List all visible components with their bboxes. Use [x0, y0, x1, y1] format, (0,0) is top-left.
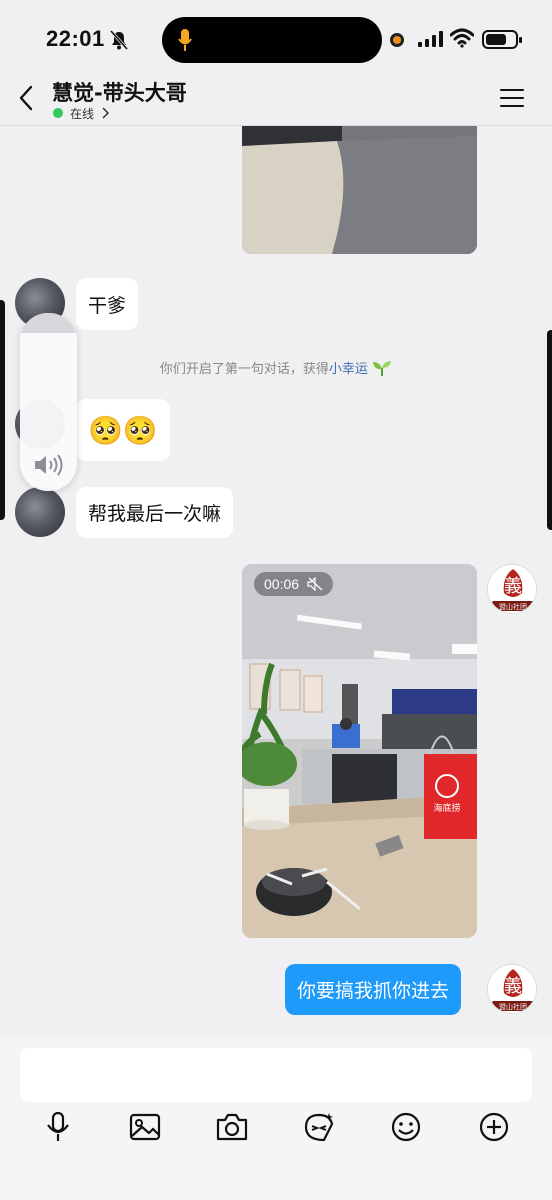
dynamic-island	[162, 17, 382, 63]
volume-hud[interactable]	[20, 313, 77, 491]
back-arrow-icon[interactable]	[14, 84, 38, 112]
status-time: 22:01	[46, 26, 105, 51]
speaker-icon	[35, 454, 63, 476]
svg-text:盟山社团: 盟山社团	[499, 602, 527, 611]
plus-icon[interactable]	[477, 1110, 511, 1144]
muted-icon[interactable]	[307, 577, 323, 591]
sticker-icon[interactable]	[302, 1110, 336, 1144]
video-message[interactable]: 海底捞 00:06	[242, 564, 477, 938]
screen-edge-left	[0, 300, 5, 520]
lucky-link[interactable]: 小幸运	[329, 362, 368, 377]
chat-messages[interactable]: 干爹 你们开启了第一句对话，获得小幸运 🥺🥺 帮我最后一次嘛 義 盟山社团 海底…	[0, 126, 552, 1036]
sprout-icon	[373, 361, 392, 376]
microphone-icon[interactable]	[41, 1110, 75, 1144]
bell-off-icon	[110, 30, 128, 50]
svg-text:海底捞: 海底捞	[433, 802, 460, 814]
recording-indicator-icon	[390, 33, 404, 47]
screen-edge-right	[547, 330, 552, 530]
chat-header: 慧觉-带头大哥 在线	[0, 72, 552, 126]
message-input[interactable]	[20, 1048, 532, 1102]
battery-icon	[482, 30, 522, 49]
image-message[interactable]	[242, 126, 477, 254]
svg-text:義: 義	[504, 576, 522, 597]
contact-name[interactable]: 慧觉-带头大哥	[52, 77, 187, 107]
input-area	[0, 1036, 552, 1200]
emoji-icon[interactable]	[389, 1110, 423, 1144]
svg-text:盟山社团: 盟山社团	[499, 1002, 527, 1011]
cellular-signal-icon	[418, 31, 444, 47]
image-icon[interactable]	[128, 1110, 162, 1144]
volume-level-fill	[20, 313, 77, 333]
message-bubble[interactable]: 帮我最后一次嘛	[76, 487, 234, 538]
system-notice-text: 你们开启了第一句对话，获得	[159, 362, 329, 377]
menu-icon[interactable]	[500, 88, 524, 108]
my-message-bubble[interactable]: 你要搞我抓你进去	[285, 964, 462, 1015]
emoji-message[interactable]: 🥺🥺	[76, 399, 170, 461]
my-avatar[interactable]: 義 盟山社团	[487, 964, 537, 1014]
camera-icon[interactable]	[215, 1110, 249, 1144]
group-logo-image: 義 盟山社团	[488, 965, 536, 1013]
online-status-label: 在线	[70, 106, 95, 121]
status-bar: 22:01	[0, 0, 552, 80]
svg-text:義: 義	[504, 976, 522, 997]
video-duration: 00:06	[254, 572, 334, 596]
video-thumbnail: 海底捞	[242, 564, 477, 938]
contact-avatar[interactable]	[15, 487, 65, 537]
microphone-active-icon	[178, 29, 192, 51]
wifi-icon	[450, 28, 474, 48]
system-notice: 你们开启了第一句对话，获得小幸运	[0, 358, 552, 377]
photo-floor-image	[242, 126, 477, 254]
message-bubble[interactable]: 干爹	[76, 278, 139, 330]
chevron-right-icon	[102, 107, 110, 119]
online-dot-icon	[53, 108, 63, 118]
my-avatar[interactable]: 義 盟山社团	[487, 564, 537, 614]
group-logo-image: 義 盟山社团	[488, 565, 536, 613]
online-status[interactable]: 在线	[53, 104, 110, 122]
